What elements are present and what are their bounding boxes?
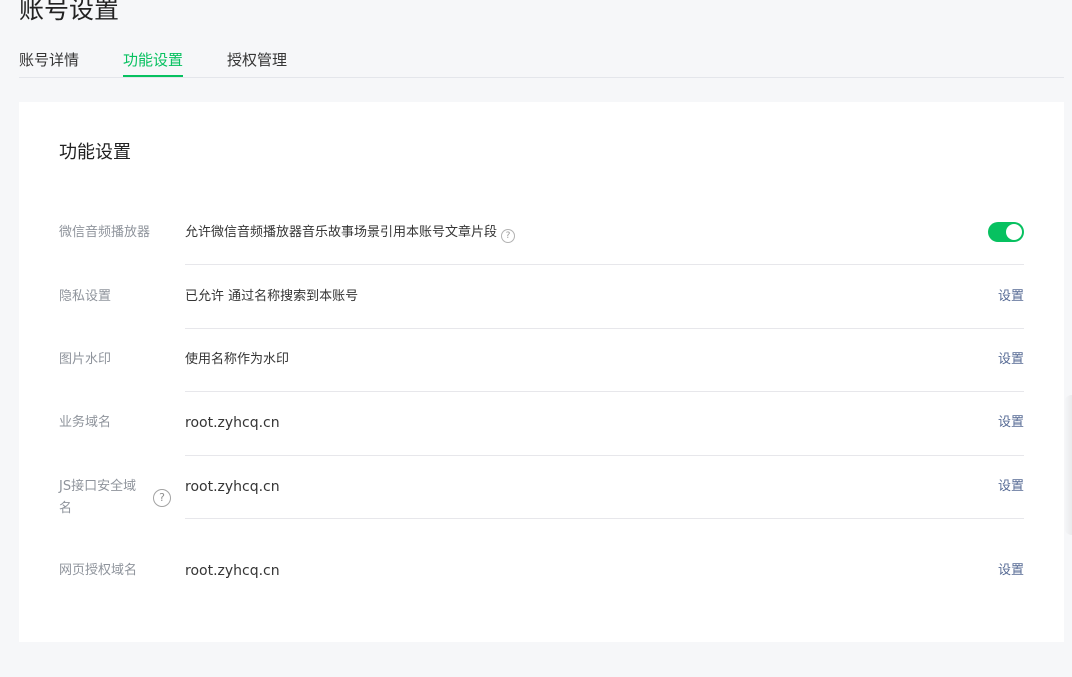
row-label: 微信音频播放器 xyxy=(59,225,151,240)
row-value: 已允许 通过名称搜索到本账号 xyxy=(185,289,359,304)
toggle-knob xyxy=(1006,224,1022,240)
row-label: 图片水印 xyxy=(59,352,112,367)
row-label: 网页授权域名 xyxy=(59,563,138,578)
row-divider xyxy=(185,455,1024,456)
page-title: 账号设置 xyxy=(19,0,120,24)
row-value: 使用名称作为水印 xyxy=(185,352,290,367)
question-circle-icon[interactable]: ? xyxy=(501,229,516,243)
row-divider xyxy=(185,391,1024,392)
web-auth-domain-settings-link[interactable]: 设置 xyxy=(998,560,1024,582)
settings-row-web-auth-domain: 网页授权域名 root.zyhcq.cn 设置 xyxy=(59,559,1024,585)
row-label: 业务域名 xyxy=(59,415,112,430)
tab-authorization-management[interactable]: 授权管理 xyxy=(227,46,287,74)
settings-row-business-domain: 业务域名 root.zyhcq.cn 设置 xyxy=(59,411,1024,456)
settings-row-audio-player: 微信音频播放器 允许微信音频播放器音乐故事场景引用本账号文章片段? xyxy=(59,220,1024,265)
row-value: root.zyhcq.cn xyxy=(185,415,280,431)
row-label-line-2: 名 xyxy=(59,501,73,516)
js-safe-domain-settings-link[interactable]: 设置 xyxy=(998,476,1024,498)
row-value: root.zyhcq.cn xyxy=(185,479,280,495)
row-label: 隐私设置 xyxy=(59,289,112,304)
row-value: root.zyhcq.cn xyxy=(185,563,280,579)
privacy-settings-link[interactable]: 设置 xyxy=(998,286,1024,308)
scroll-edge-shadow xyxy=(1064,395,1072,535)
row-divider xyxy=(185,264,1024,265)
row-value-text: 允许微信音频播放器音乐故事场景引用本账号文章片段 xyxy=(185,225,498,240)
settings-row-privacy: 隐私设置 已允许 通过名称搜索到本账号 设置 xyxy=(59,284,1024,329)
tab-bar: 账号详情 功能设置 授权管理 xyxy=(19,46,1064,78)
tab-feature-settings[interactable]: 功能设置 xyxy=(123,46,184,77)
tab-account-details[interactable]: 账号详情 xyxy=(19,46,79,74)
row-divider xyxy=(185,518,1024,519)
settings-row-watermark: 图片水印 使用名称作为水印 设置 xyxy=(59,348,1024,393)
row-label-line-1: JS接口安全域 xyxy=(59,479,137,494)
feature-settings-card: 功能设置 微信音频播放器 允许微信音频播放器音乐故事场景引用本账号文章片段? 隐… xyxy=(19,102,1064,642)
question-circle-icon[interactable]: ? xyxy=(153,489,171,507)
row-divider xyxy=(185,328,1024,329)
watermark-settings-link[interactable]: 设置 xyxy=(998,349,1024,371)
settings-row-js-safe-domain: JS接口安全域 名 ? root.zyhcq.cn 设置 xyxy=(59,475,1024,521)
card-title: 功能设置 xyxy=(59,142,131,163)
row-value: 允许微信音频播放器音乐故事场景引用本账号文章片段? xyxy=(185,222,516,244)
audio-player-toggle[interactable] xyxy=(988,222,1024,242)
business-domain-settings-link[interactable]: 设置 xyxy=(998,412,1024,434)
